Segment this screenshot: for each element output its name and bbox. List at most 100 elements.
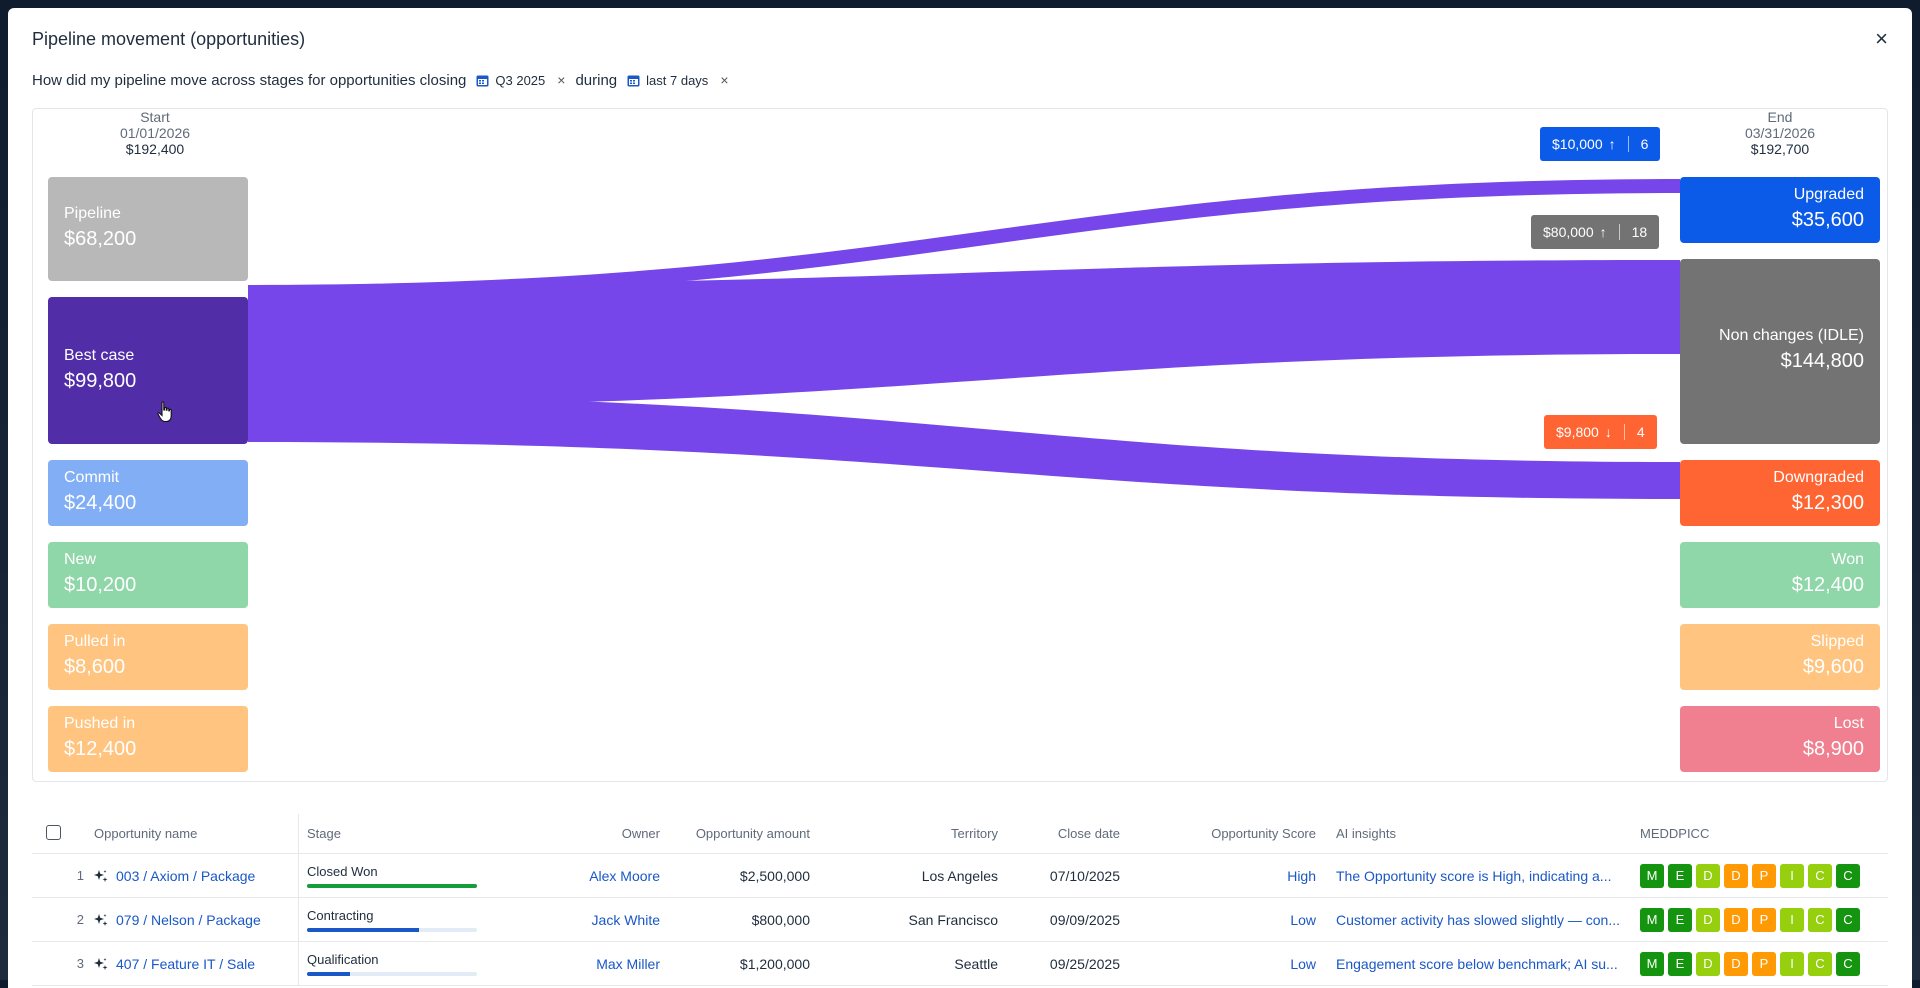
- downgraded-flow-badge[interactable]: $9,800 ↓ 4: [1544, 415, 1657, 449]
- remove-period-chip-button[interactable]: ×: [557, 72, 565, 88]
- pipeline-movement-modal: Pipeline movement (opportunities) × How …: [8, 8, 1912, 988]
- col-close-date[interactable]: Close date: [998, 826, 1120, 841]
- meddpicc-badge[interactable]: M: [1640, 863, 1664, 888]
- meddpicc-badge[interactable]: D: [1724, 907, 1748, 932]
- meddpicc-badge[interactable]: E: [1668, 951, 1692, 976]
- flow-best-case-to-downgraded[interactable]: [248, 395, 1680, 499]
- table-body: 1 003 / Axiom / Package Closed Won Alex …: [32, 854, 1888, 986]
- ai-sparkle-icon: [94, 957, 108, 970]
- meddpicc-badge[interactable]: P: [1752, 863, 1776, 888]
- node-upgraded[interactable]: Upgraded $35,600: [1680, 177, 1880, 243]
- opportunity-score[interactable]: High: [1120, 868, 1316, 884]
- col-score[interactable]: Opportunity Score: [1120, 826, 1316, 841]
- idle-flow-badge[interactable]: $80,000 ↑ 18: [1531, 215, 1660, 249]
- node-lost[interactable]: Lost $8,900: [1680, 706, 1880, 772]
- stage-progress-fill: [307, 883, 477, 888]
- owner-link[interactable]: Max Miller: [536, 956, 660, 972]
- meddpicc-badge[interactable]: C: [1808, 951, 1832, 976]
- node-label: Best case: [64, 347, 135, 364]
- meddpicc-badge[interactable]: D: [1696, 951, 1720, 976]
- col-stage[interactable]: Stage: [298, 814, 536, 853]
- meddpicc-badge[interactable]: E: [1668, 863, 1692, 888]
- node-downgraded[interactable]: Downgraded $12,300: [1680, 460, 1880, 526]
- opportunity-score[interactable]: Low: [1120, 956, 1316, 972]
- ai-insight-link[interactable]: Engagement score below benchmark; AI su.…: [1316, 956, 1634, 972]
- node-pulled-in[interactable]: Pulled in $8,600: [48, 624, 248, 690]
- badge-divider: [1618, 224, 1620, 240]
- meddpicc-badge[interactable]: I: [1780, 951, 1804, 976]
- arrow-up-icon: ↑: [1608, 136, 1616, 152]
- meddpicc-badge[interactable]: E: [1668, 907, 1692, 932]
- sankey-chart: Start 01/01/2026 $192,400 End 03/31/2026…: [32, 108, 1888, 782]
- meddpicc-badge[interactable]: I: [1780, 863, 1804, 888]
- node-new[interactable]: New $10,200: [48, 542, 248, 608]
- col-territory[interactable]: Territory: [810, 826, 998, 841]
- period-chip[interactable]: Q3 2025 ×: [476, 72, 565, 88]
- close-date: 09/25/2025: [1049, 955, 1120, 972]
- meddpicc-badge[interactable]: M: [1640, 951, 1664, 976]
- ai-insight-link[interactable]: Customer activity has slowed slightly — …: [1316, 912, 1634, 928]
- calendar-icon: [627, 75, 640, 86]
- opportunities-table: Opportunity name Stage Owner Opportunity…: [32, 814, 1888, 986]
- meddpicc-badge[interactable]: D: [1696, 907, 1720, 932]
- badge-amount: $80,000: [1543, 224, 1594, 240]
- meddpicc-badge[interactable]: C: [1808, 907, 1832, 932]
- node-idle[interactable]: Non changes (IDLE) $144,800: [1680, 259, 1880, 444]
- meddpicc-badge[interactable]: C: [1836, 863, 1860, 888]
- node-best-case[interactable]: Best case $99,800: [48, 297, 248, 444]
- opportunity-score[interactable]: Low: [1120, 912, 1316, 928]
- node-pushed-in[interactable]: Pushed in $12,400: [48, 706, 248, 772]
- meddpicc-badge[interactable]: P: [1752, 907, 1776, 932]
- territory: Los Angeles: [921, 867, 998, 884]
- node-slipped[interactable]: Slipped $9,600: [1680, 624, 1880, 690]
- meddpicc-badge[interactable]: C: [1808, 863, 1832, 888]
- owner-link[interactable]: Alex Moore: [536, 868, 660, 884]
- timeframe-chip[interactable]: last 7 days ×: [627, 72, 729, 88]
- opportunity-name-link[interactable]: 003 / Axiom / Package: [84, 868, 298, 884]
- modal-title: Pipeline movement (opportunities): [32, 28, 306, 49]
- col-opportunity-name[interactable]: Opportunity name: [84, 826, 298, 841]
- table-row[interactable]: 3 407 / Feature IT / Sale Qualification …: [32, 942, 1888, 986]
- close-button[interactable]: ×: [1875, 28, 1888, 50]
- meddpicc-badge[interactable]: M: [1640, 907, 1664, 932]
- meddpicc-badge[interactable]: D: [1724, 951, 1748, 976]
- upgraded-flow-badge[interactable]: $10,000 ↑ 6: [1540, 127, 1661, 161]
- col-owner[interactable]: Owner: [536, 826, 660, 841]
- select-all-checkbox[interactable]: [46, 824, 61, 840]
- stage-label: Closed Won: [307, 863, 378, 879]
- meddpicc-badge[interactable]: C: [1836, 907, 1860, 932]
- col-ai-insights[interactable]: AI insights: [1316, 826, 1634, 841]
- start-date: 01/01/2026: [119, 125, 191, 141]
- node-commit[interactable]: Commit $24,400: [48, 460, 248, 526]
- question-row: How did my pipeline move across stages f…: [32, 68, 739, 92]
- meddpicc-badge[interactable]: P: [1752, 951, 1776, 976]
- timeframe-chip-label: last 7 days: [646, 72, 709, 88]
- territory: Seattle: [954, 955, 998, 972]
- owner-link[interactable]: Jack White: [536, 912, 660, 928]
- meddpicc-badges: MEDDPICC: [1634, 907, 1860, 932]
- col-amount[interactable]: Opportunity amount: [660, 826, 810, 841]
- opportunity-name-link[interactable]: 407 / Feature IT / Sale: [84, 956, 298, 972]
- meddpicc-badge[interactable]: I: [1780, 907, 1804, 932]
- meddpicc-badge[interactable]: D: [1696, 863, 1720, 888]
- badge-divider: [1623, 424, 1625, 440]
- opportunity-amount: $800,000: [751, 911, 810, 928]
- ai-insight-link[interactable]: The Opportunity score is High, indicatin…: [1316, 868, 1634, 884]
- opportunity-name-link[interactable]: 079 / Nelson / Package: [84, 912, 298, 928]
- badge-count: 6: [1640, 136, 1649, 152]
- node-label: Upgraded: [1793, 186, 1864, 203]
- meddpicc-badge[interactable]: C: [1836, 951, 1860, 976]
- end-column-header: End 03/31/2026 $192,700: [1680, 109, 1880, 157]
- remove-timeframe-chip-button[interactable]: ×: [720, 72, 728, 88]
- table-row[interactable]: 1 003 / Axiom / Package Closed Won Alex …: [32, 854, 1888, 898]
- node-pipeline[interactable]: Pipeline $68,200: [48, 177, 248, 281]
- table-row[interactable]: 2 079 / Nelson / Package Contracting Jac…: [32, 898, 1888, 942]
- node-label: Won: [1831, 551, 1864, 568]
- modal-header: Pipeline movement (opportunities) ×: [32, 24, 1888, 54]
- node-value: $12,400: [1791, 574, 1864, 596]
- badge-count: 18: [1631, 224, 1648, 240]
- meddpicc-badge[interactable]: D: [1724, 863, 1748, 888]
- start-label: Start: [140, 109, 170, 125]
- col-meddpicc[interactable]: MEDDPICC: [1634, 826, 1709, 841]
- node-won[interactable]: Won $12,400: [1680, 542, 1880, 608]
